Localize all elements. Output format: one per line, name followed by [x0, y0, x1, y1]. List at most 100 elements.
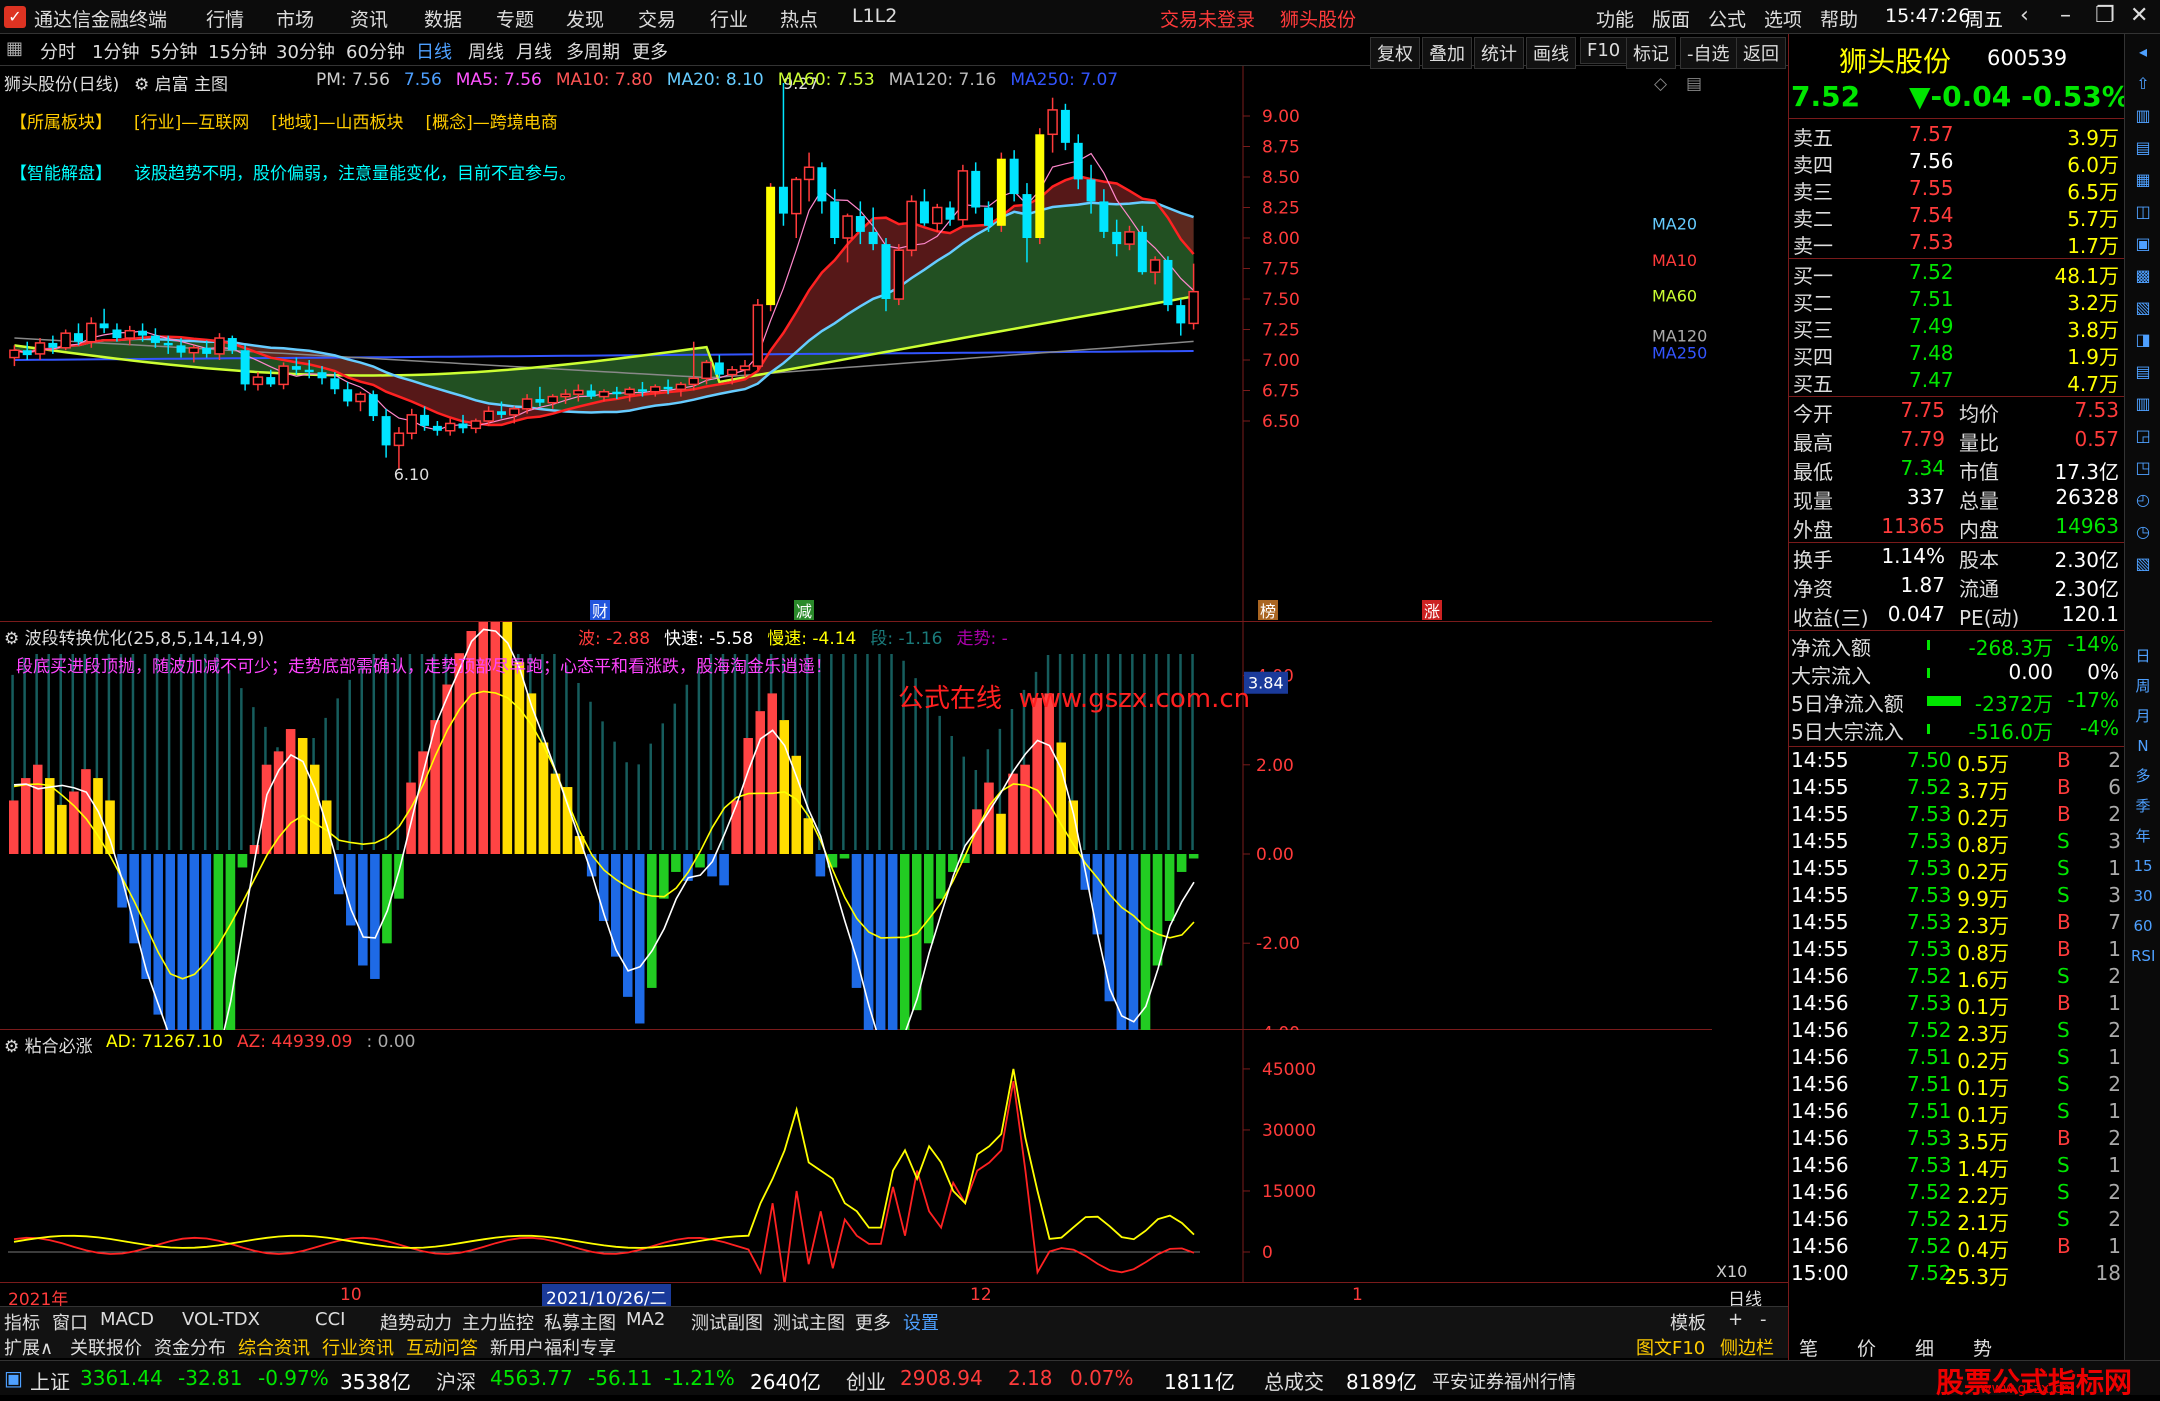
candle[interactable] — [99, 308, 109, 334]
candle[interactable] — [278, 362, 289, 390]
candle[interactable] — [778, 83, 788, 226]
period-7[interactable]: 周线 — [468, 38, 504, 64]
menu-5[interactable]: 发现 — [566, 5, 604, 32]
period-4[interactable]: 30分钟 — [276, 38, 335, 64]
chart-menu-icon[interactable]: ▤ — [1686, 74, 1702, 94]
candle[interactable] — [752, 299, 764, 370]
candle[interactable] — [432, 421, 442, 436]
side-tool-icon[interactable]: ◫ — [2131, 200, 2155, 224]
extension-tab-2[interactable]: 资金分布 — [154, 1334, 226, 1360]
candle[interactable] — [355, 391, 366, 412]
period-8[interactable]: 月线 — [516, 38, 552, 64]
side-tool-icon[interactable]: ▦ — [2131, 168, 2155, 192]
minimize-icon[interactable]: – — [2060, 3, 2071, 28]
side-tool-icon[interactable]: ◳ — [2131, 456, 2155, 480]
side-tool-icon[interactable]: ▥ — [2131, 104, 2155, 128]
ask-row[interactable]: 卖二 7.54 5.7万 — [1789, 203, 2125, 231]
side-tool-icon[interactable]: ▤ — [2131, 360, 2155, 384]
event-marker[interactable]: 减 — [794, 600, 814, 621]
candle[interactable] — [803, 152, 815, 202]
side-tool-icon[interactable]: ◷ — [2131, 520, 2155, 544]
back-icon[interactable]: ‹ — [2020, 3, 2029, 28]
extension-tab-6[interactable]: 新用户福利专享 — [490, 1334, 616, 1360]
wave-indicator-panel[interactable]: 8.006.004.002.000.00-2.00-4.003.84 ⚙ 波段转… — [0, 622, 1712, 1030]
current-stock-alert[interactable]: 狮头股份 — [1280, 5, 1356, 32]
ask-row[interactable]: 卖三 7.55 6.5万 — [1789, 176, 2125, 204]
add-pane-button[interactable]: + — [1728, 1309, 1743, 1330]
menu-6[interactable]: 交易 — [638, 5, 676, 32]
tool-3[interactable]: 画线 — [1526, 37, 1576, 69]
period-5[interactable]: 60分钟 — [346, 38, 405, 64]
period-1[interactable]: 1分钟 — [92, 38, 139, 64]
candle[interactable] — [381, 408, 391, 458]
side-period-3[interactable]: N — [2131, 734, 2155, 758]
side-period-5[interactable]: 季 — [2131, 794, 2155, 818]
period-10[interactable]: 更多 — [632, 38, 668, 64]
extension-tab-3[interactable]: 综合资讯 — [238, 1334, 310, 1360]
tool-6[interactable]: -自选 — [1680, 37, 1737, 69]
side-tool-icon[interactable]: ▣ — [2131, 232, 2155, 256]
candle[interactable] — [1047, 97, 1058, 153]
side-period-10[interactable]: RSI — [2131, 944, 2155, 968]
candle[interactable] — [1060, 103, 1070, 151]
extension-tab-0[interactable]: 扩展∧ — [4, 1334, 53, 1360]
bid-row[interactable]: 买四 7.48 1.9万 — [1789, 341, 2125, 369]
side-tool-icon[interactable]: ▩ — [2131, 264, 2155, 288]
side-tool-icon[interactable]: ▤ — [2131, 136, 2155, 160]
menu-7[interactable]: 行业 — [710, 5, 748, 32]
sector-tag[interactable]: 【所属板块】 — [10, 113, 112, 133]
ask-row[interactable]: 卖一 7.53 1.7万 — [1789, 230, 2125, 258]
detail-tab-0[interactable]: 笔 — [1799, 1334, 1818, 1361]
candle[interactable] — [766, 183, 776, 312]
period-3[interactable]: 15分钟 — [208, 38, 267, 64]
side-tool-icon[interactable]: ◲ — [2131, 424, 2155, 448]
side-period-9[interactable]: 60 — [2131, 914, 2155, 938]
wave-indicator-title[interactable]: ⚙ 波段转换优化(25,8,5,14,14,9) — [4, 624, 264, 649]
menu-9[interactable]: L1L2 — [852, 5, 897, 27]
ask-row[interactable]: 卖四 7.56 6.0万 — [1789, 149, 2125, 177]
candle[interactable] — [470, 418, 482, 434]
restore-icon[interactable]: ❐ — [2095, 3, 2115, 28]
indicator-tab-3[interactable]: VOL-TDX — [182, 1309, 260, 1330]
candle[interactable] — [240, 345, 250, 391]
candle[interactable] — [932, 203, 943, 232]
detail-tab-2[interactable]: 细 — [1915, 1334, 1934, 1361]
side-period-8[interactable]: 30 — [2131, 884, 2155, 908]
menu-1[interactable]: 市场 — [276, 5, 314, 32]
side-period-7[interactable]: 15 — [2131, 854, 2155, 878]
adhesion-indicator-panel[interactable]: 45000 30000 15000 0 ⚙ 粘合必涨 AD: 71267.10 AZ: … — [0, 1030, 1747, 1282]
menu-3[interactable]: 数据 — [424, 5, 462, 32]
candle[interactable] — [343, 381, 353, 407]
side-tool-icon[interactable]: ◂ — [2131, 40, 2155, 64]
sector-tag[interactable]: [地域]—山西板块 — [271, 113, 403, 133]
event-marker[interactable]: 涨 — [1422, 600, 1442, 621]
chart-subtitle[interactable]: ⚙ 启富 主图 — [134, 70, 228, 95]
candle[interactable] — [957, 164, 969, 226]
menu-right-4[interactable]: 帮助 — [1820, 5, 1858, 32]
cy-label[interactable]: 创业 — [846, 1366, 886, 1395]
candle[interactable] — [893, 244, 905, 306]
candle[interactable] — [444, 418, 456, 436]
sector-tag[interactable]: [行业]—互联网 — [134, 113, 249, 133]
candle[interactable] — [1137, 225, 1147, 275]
candle[interactable] — [817, 162, 827, 214]
side-tool-icon[interactable]: ⇧ — [2131, 72, 2155, 96]
tool-5[interactable]: 标记 — [1626, 37, 1676, 69]
candle[interactable] — [1009, 150, 1019, 202]
tool-2[interactable]: 统计 — [1474, 37, 1524, 69]
period-0[interactable]: 分时 — [40, 38, 76, 64]
period-6[interactable]: 日线 — [416, 38, 452, 64]
adhesion-indicator-title[interactable]: ⚙ 粘合必涨 — [4, 1032, 93, 1057]
f10-button[interactable]: 图文F10 — [1636, 1334, 1705, 1360]
grid-icon[interactable]: ▦ — [6, 38, 23, 59]
candle[interactable] — [996, 152, 1006, 232]
side-tool-icon[interactable]: ▧ — [2131, 552, 2155, 576]
remove-pane-button[interactable]: - — [1760, 1309, 1767, 1330]
candle[interactable] — [252, 372, 264, 391]
bid-row[interactable]: 买二 7.51 3.2万 — [1789, 287, 2125, 315]
period-2[interactable]: 5分钟 — [150, 38, 197, 64]
menu-right-2[interactable]: 公式 — [1708, 5, 1746, 32]
candle[interactable] — [906, 195, 917, 257]
candle[interactable] — [368, 390, 378, 422]
menu-right-1[interactable]: 版面 — [1652, 5, 1690, 32]
